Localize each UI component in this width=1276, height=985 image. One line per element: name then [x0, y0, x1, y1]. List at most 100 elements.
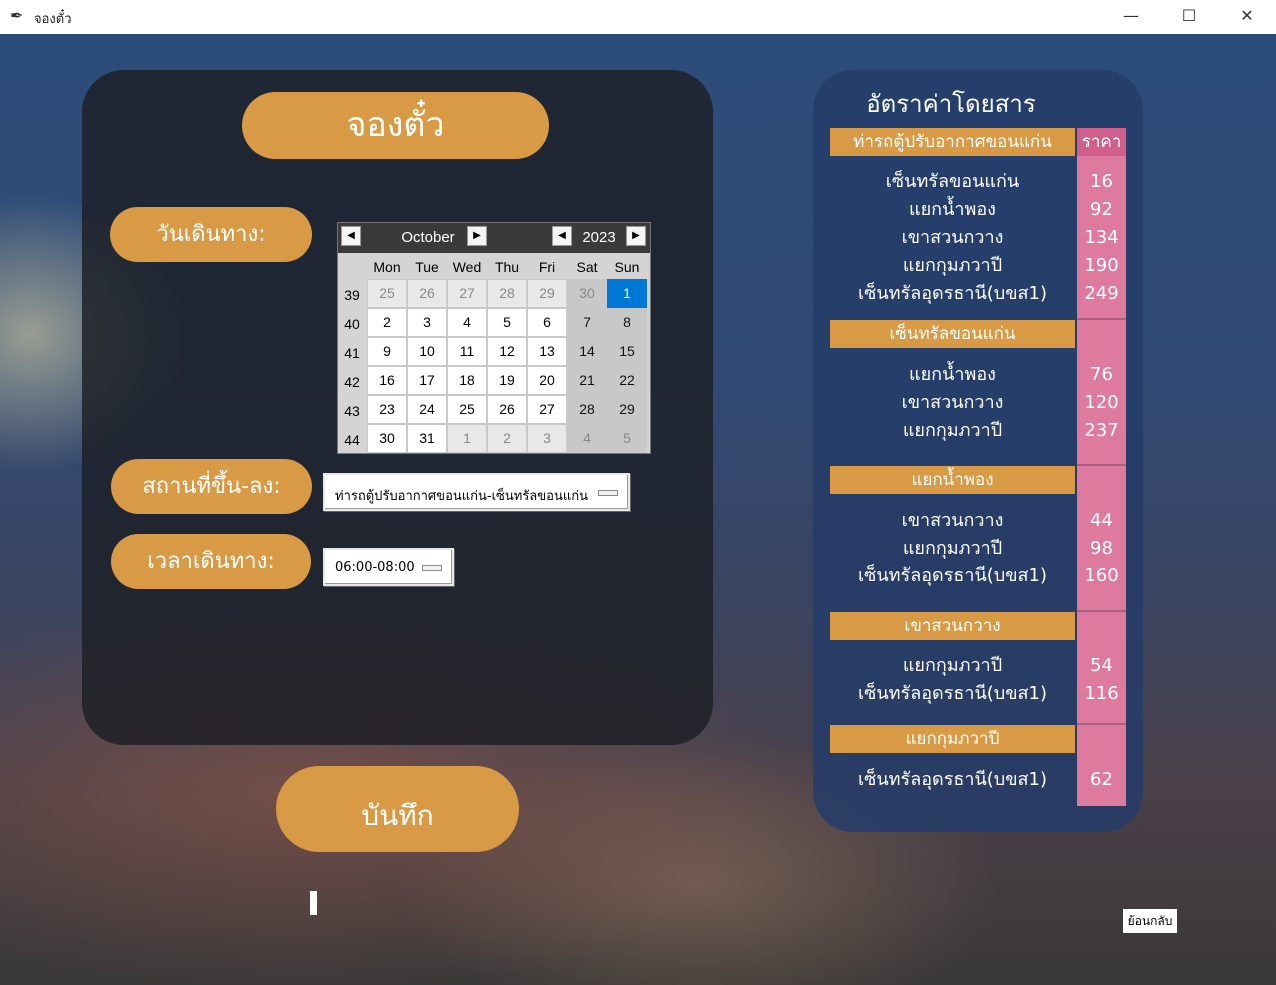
calendar-day[interactable]: 10 [407, 337, 447, 366]
calendar-day[interactable]: 27 [447, 279, 487, 308]
minimize-button[interactable]: — [1102, 0, 1160, 34]
prev-year-icon[interactable]: ◀ [552, 226, 572, 246]
maximize-button[interactable]: ☐ [1160, 0, 1218, 34]
calendar-day-header: Sat [576, 259, 598, 275]
fare-destination: เซ็นทรัลอุดรธานี(บขส1) [857, 283, 1048, 304]
calendar-day[interactable]: 29 [527, 279, 567, 308]
calendar-day[interactable]: 30 [567, 279, 607, 308]
fare-destination: เขาสวนกวาง [901, 227, 1004, 248]
fare-destination: เซ็นทรัลอุดรธานี(บขส1) [857, 565, 1048, 586]
calendar-day[interactable]: 19 [487, 366, 527, 395]
feather-icon: ✒ [10, 6, 24, 25]
fare-origin-header: เขาสวนกวาง [830, 612, 1075, 640]
calendar-day[interactable]: 29 [607, 395, 647, 424]
pickup-dropoff-select[interactable]: ท่ารถตู้ปรับอากาศขอนแก่น-เซ็นทรัลขอนแก่น [323, 473, 630, 511]
calendar-day[interactable]: 12 [487, 337, 527, 366]
calendar-day[interactable]: 26 [407, 279, 447, 308]
calendar-day[interactable]: 5 [487, 308, 527, 337]
calendar-day[interactable]: 26 [487, 395, 527, 424]
fare-price: 16 [1090, 171, 1113, 192]
price-divider [1077, 723, 1126, 725]
calendar-day[interactable]: 15 [607, 337, 647, 366]
fare-origin-header: ท่ารถตู้ปรับอากาศขอนแก่น [830, 128, 1075, 156]
prev-month-icon[interactable]: ◀ [341, 226, 361, 246]
fare-price: 76 [1090, 364, 1113, 385]
price-divider [1077, 610, 1126, 612]
calendar-day[interactable]: 28 [487, 279, 527, 308]
calendar-day-header: Wed [452, 259, 482, 275]
calendar-day[interactable]: 2 [367, 308, 407, 337]
fare-destination: แยกน้ำพอง [909, 364, 996, 385]
travel-time-select[interactable]: 06:00-08:00 [323, 548, 454, 586]
pickup-dropoff-label: สถานที่ขึ้น-ลง: [111, 459, 312, 514]
calendar-day[interactable]: 16 [367, 366, 407, 395]
calendar-day[interactable]: 23 [367, 395, 407, 424]
calendar-day[interactable]: 2 [487, 424, 527, 453]
text-cursor [310, 891, 317, 915]
next-month-icon[interactable]: ▶ [467, 226, 487, 246]
calendar-day[interactable]: 4 [447, 308, 487, 337]
calendar-day[interactable]: 4 [567, 424, 607, 453]
dropdown-indicator-icon [422, 565, 442, 571]
calendar-day[interactable]: 25 [447, 395, 487, 424]
fare-destination: แยกกุมภวาปี [902, 538, 1003, 559]
calendar-day[interactable]: 24 [407, 395, 447, 424]
back-button[interactable]: ย้อนกลับ [1123, 909, 1177, 933]
fare-price: 120 [1084, 392, 1119, 413]
calendar-day[interactable]: 18 [447, 366, 487, 395]
calendar-day[interactable]: 8 [607, 308, 647, 337]
calendar-day[interactable]: 5 [607, 424, 647, 453]
window-title: จองตั๋ว [34, 12, 72, 27]
next-year-icon[interactable]: ▶ [626, 226, 646, 246]
fare-price: 62 [1090, 769, 1113, 790]
calendar-day[interactable]: 28 [567, 395, 607, 424]
calendar-week-number: 42 [344, 374, 360, 390]
title-bar: ✒ จองตั๋ว — ☐ ✕ [0, 0, 1276, 34]
calendar-day[interactable]: 22 [607, 366, 647, 395]
calendar-day[interactable]: 27 [527, 395, 567, 424]
travel-date-label: วันเดินทาง: [110, 207, 312, 262]
calendar-day-header: Mon [373, 259, 401, 275]
fare-destination: เขาสวนกวาง [901, 392, 1004, 413]
calendar-day[interactable]: 1 [447, 424, 487, 453]
fare-origin-header: แยกน้ำพอง [830, 466, 1075, 494]
calendar-day[interactable]: 3 [407, 308, 447, 337]
calendar-day[interactable]: 17 [407, 366, 447, 395]
travel-time-value: 06:00-08:00 [335, 560, 415, 575]
calendar-day[interactable]: 21 [567, 366, 607, 395]
save-button[interactable]: บันทึก [276, 766, 519, 852]
fare-destination: เซ็นทรัลอุดรธานี(บขส1) [857, 769, 1048, 790]
calendar-day[interactable]: 6 [527, 308, 567, 337]
calendar-header: ◀ October ▶ ◀ 2023 ▶ [338, 223, 650, 253]
calendar-day[interactable]: 31 [407, 424, 447, 453]
price-header: ราคา [1077, 128, 1126, 156]
calendar-day[interactable]: 9 [367, 337, 407, 366]
calendar-day-header: Fri [538, 259, 556, 275]
calendar-day[interactable]: 11 [447, 337, 487, 366]
calendar-week-number: 41 [344, 345, 360, 361]
calendar-day[interactable]: 7 [567, 308, 607, 337]
fare-price: 116 [1084, 683, 1119, 704]
calendar-day[interactable]: 13 [527, 337, 567, 366]
calendar-day[interactable]: 20 [527, 366, 567, 395]
calendar-day-header: Thu [494, 259, 520, 275]
calendar-day[interactable]: 25 [367, 279, 407, 308]
fare-title: อัตราค่าโดยสาร [866, 90, 1036, 118]
fare-price: 54 [1090, 655, 1113, 676]
calendar-day-header: Tue [415, 259, 439, 275]
calendar-day[interactable]: 1 [607, 279, 647, 308]
page-title: จองตั๋ว [242, 92, 549, 159]
pickup-dropoff-value: ท่ารถตู้ปรับอากาศขอนแก่น-เซ็นทรัลขอนแก่น [335, 489, 588, 504]
fare-origin-header: แยกกุมภวาปี [830, 725, 1075, 753]
fare-destination: เซ็นทรัลอุดรธานี(บขส1) [857, 683, 1048, 704]
calendar-day-header: Sun [614, 259, 640, 275]
calendar-day[interactable]: 14 [567, 337, 607, 366]
close-button[interactable]: ✕ [1218, 0, 1276, 34]
fare-price: 98 [1090, 538, 1113, 559]
calendar-day[interactable]: 30 [367, 424, 407, 453]
fare-destination: แยกกุมภวาปี [902, 420, 1003, 441]
calendar-day[interactable]: 3 [527, 424, 567, 453]
price-divider [1077, 318, 1126, 320]
date-calendar[interactable]: ◀ October ▶ ◀ 2023 ▶ Mon Tue Wed Thu Fri Sat S… [337, 222, 651, 454]
fare-origin-header: เซ็นทรัลขอนแก่น [830, 320, 1075, 348]
